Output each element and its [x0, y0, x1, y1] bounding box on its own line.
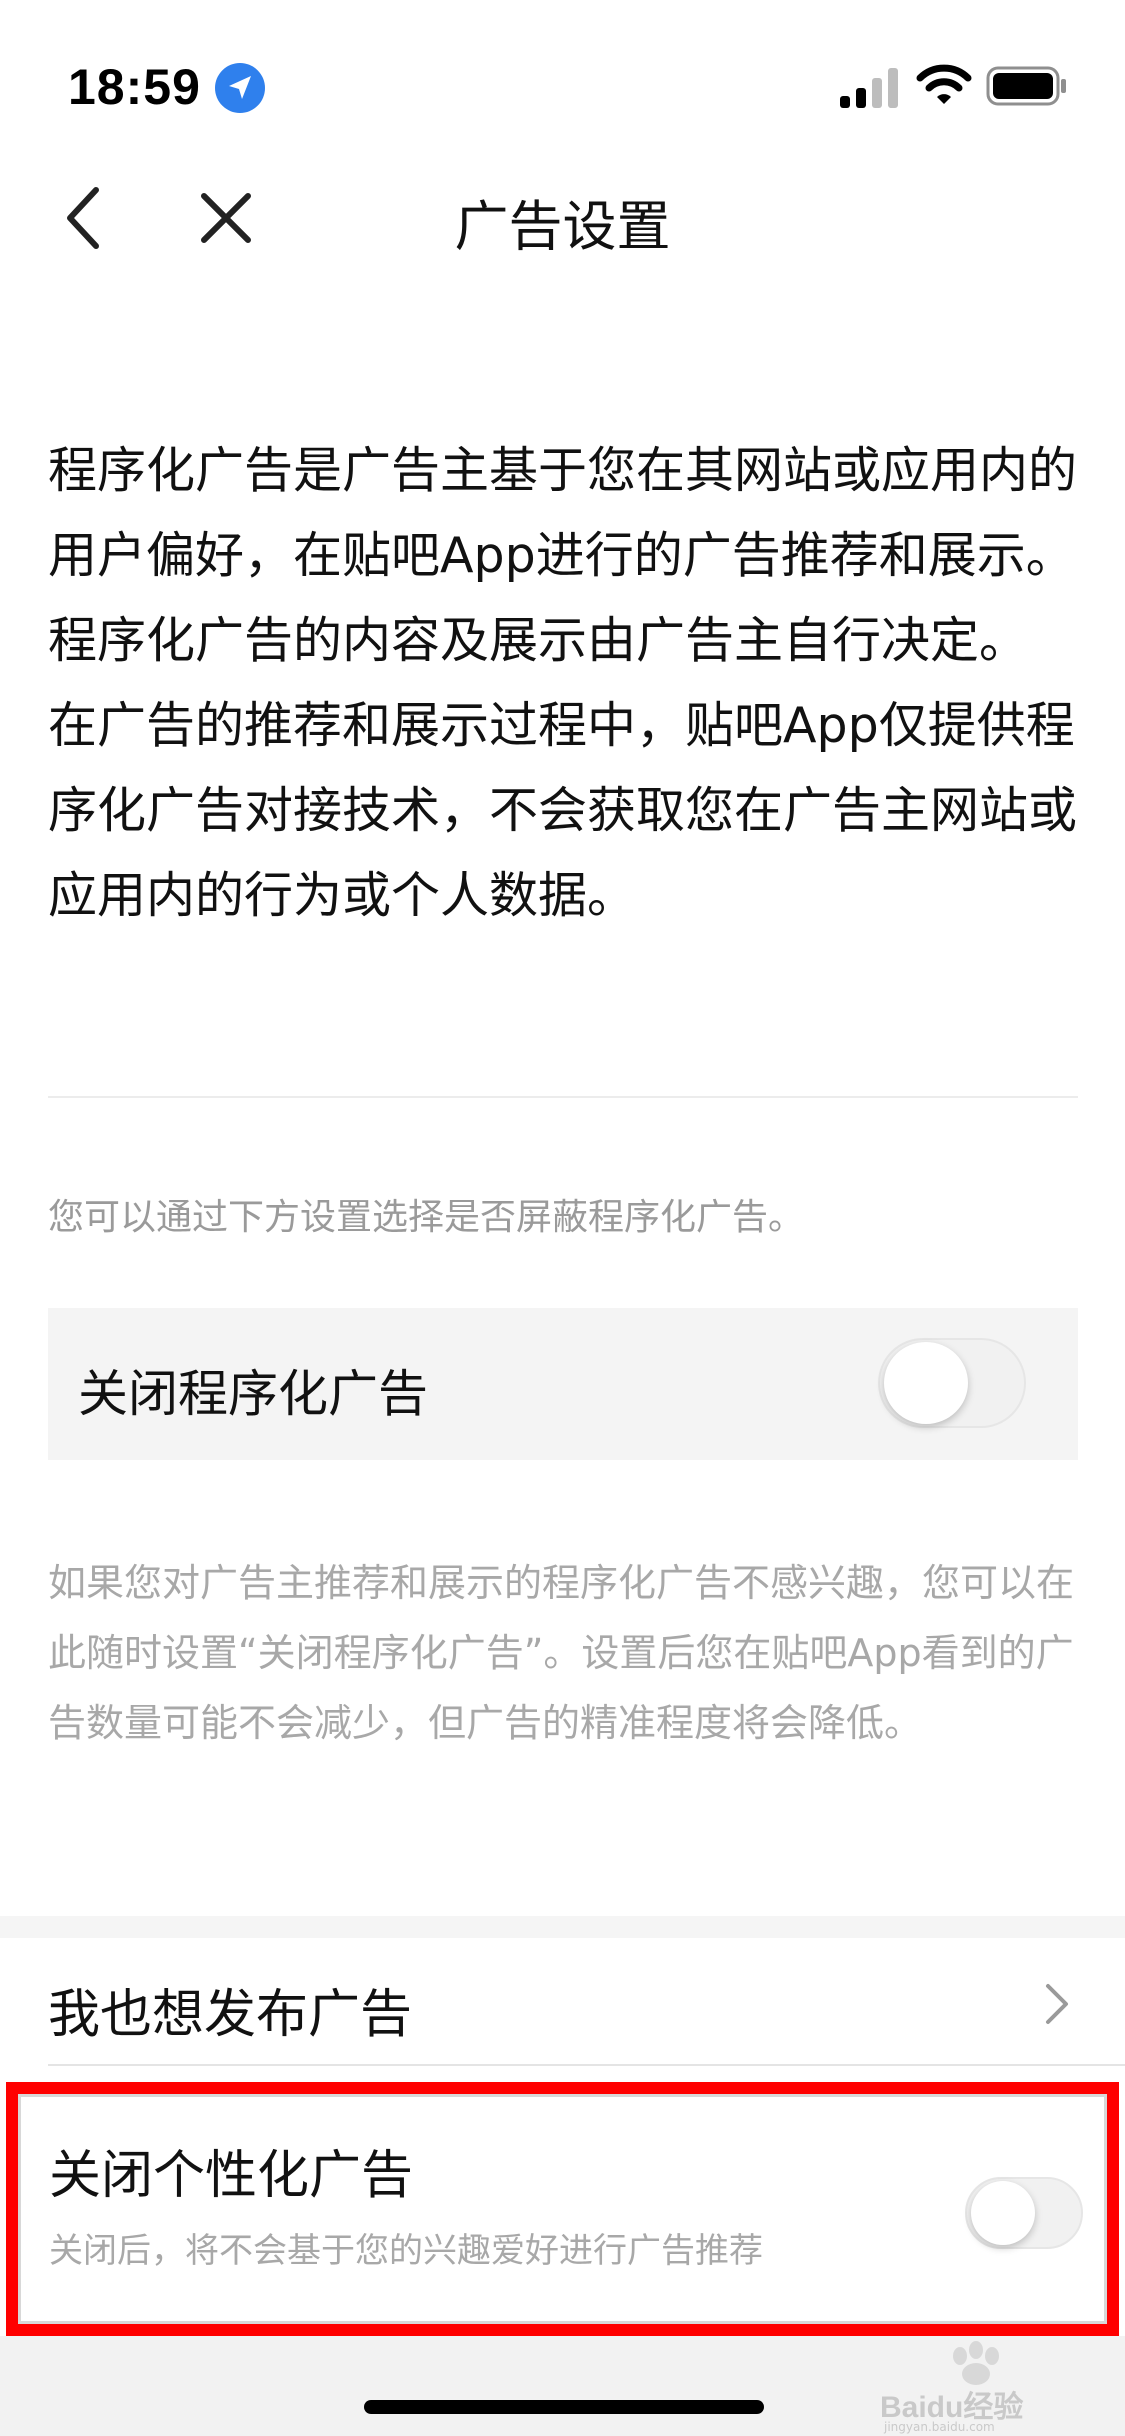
programmatic-ad-label: 关闭程序化广告 [78, 1365, 428, 1423]
intro-paragraph: 程序化广告是广告主基于您在其网站或应用内的用户偏好，在贴吧App进行的广告推荐和… [48, 442, 1078, 924]
personalized-ad-setting: 关闭个性化广告 关闭后，将不会基于您的兴趣爱好进行广告推荐 [18, 2094, 1107, 2324]
programmatic-ad-description: 如果您对广告主推荐和展示的程序化广告不感兴趣，您可以在此随时设置“关闭程序化广告… [48, 1561, 1075, 1745]
personalized-ad-label: 关闭个性化广告 [49, 2146, 414, 2206]
divider [48, 2064, 1125, 2066]
toggle-knob [884, 1342, 968, 1424]
home-indicator[interactable] [364, 2400, 764, 2414]
programmatic-ad-toggle[interactable] [878, 1338, 1026, 1428]
status-time: 18:59 [68, 59, 201, 115]
watermark-url: jingyan.baidu.com [884, 2420, 995, 2434]
location-arrow-icon [215, 63, 265, 113]
personalized-ad-subtitle: 关闭后，将不会基于您的兴趣爱好进行广告推荐 [49, 2231, 763, 2271]
chevron-right-icon [1046, 1984, 1068, 2024]
programmatic-ad-setting: 关闭程序化广告 [48, 1308, 1078, 1460]
screen: 18:59 广告设置 程序化广告是广告主基于您在其网站或应用内的用户偏好，在贴吧… [0, 0, 1125, 2436]
cellular-signal-icon [840, 68, 898, 108]
section-gap [0, 1916, 1125, 1938]
publish-ad-label: 我也想发布广告 [48, 1985, 413, 2045]
toggle-knob [971, 2181, 1035, 2245]
nav-bar: 广告设置 [0, 160, 1125, 270]
battery-icon [986, 66, 1066, 106]
status-bar: 18:59 [0, 0, 1125, 160]
hint-text: 您可以通过下方设置选择是否屏蔽程序化广告。 [48, 1197, 805, 1238]
wifi-icon [916, 64, 972, 104]
publish-ad-row[interactable]: 我也想发布广告 [0, 1938, 1125, 2064]
divider [48, 1096, 1078, 1098]
page-title: 广告设置 [454, 195, 671, 258]
personalized-ad-toggle[interactable] [965, 2177, 1083, 2249]
